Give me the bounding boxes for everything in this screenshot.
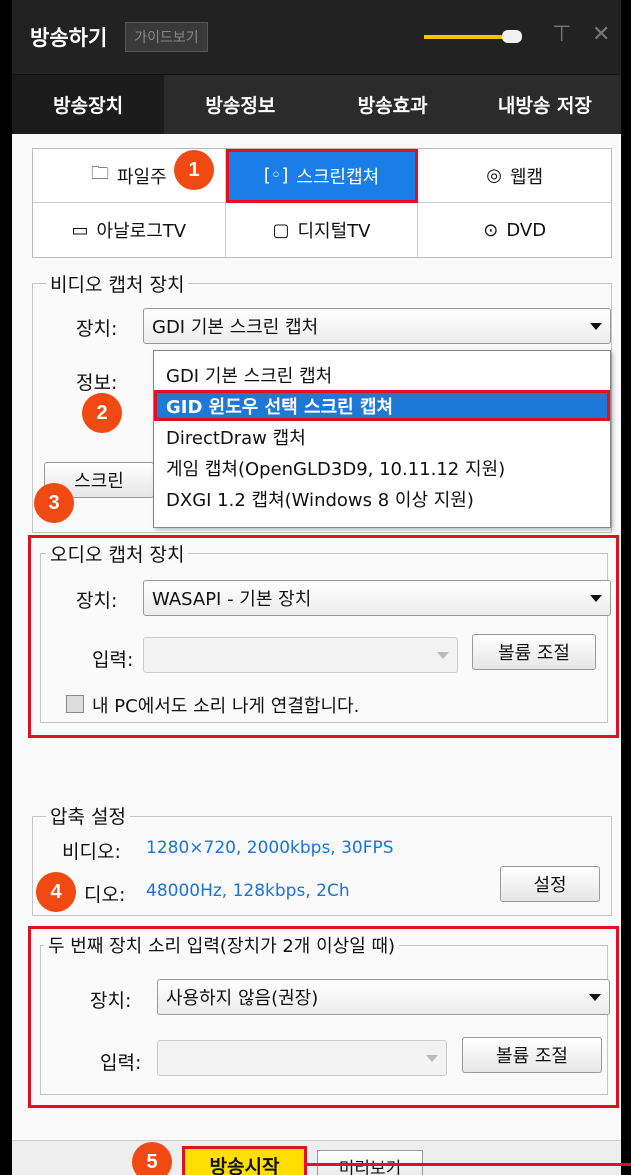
dropdown-option-highlighted[interactable]: GID 윈도우 선택 스크린 캡쳐 [154,390,610,421]
window-title: 방송하기 [30,26,108,50]
source-screen-capture-label: 스크린캡쳐 [296,166,380,188]
second-audio-device-label: 장치: [90,990,132,1012]
second-audio-volume-button[interactable]: 볼륨 조절 [462,1037,602,1073]
annotation-badge-3: 3 [34,483,74,523]
title-bar: 방송하기 가이드보기 ⊤ ✕ [12,0,621,74]
source-analog-tv[interactable]: ▭ 아날로그TV [33,203,226,257]
left-frame [0,0,12,1175]
dropdown-option[interactable]: GDI 기본 스크린 캡처 [154,359,610,390]
broadcast-window: 방송하기 가이드보기 ⊤ ✕ 방송장치 방송정보 방송효과 내방송 저장 🗀 파… [12,0,631,1175]
compression-audio-value: 48000Hz, 128kbps, 2Ch [146,881,350,901]
close-icon[interactable]: ✕ [592,22,610,47]
source-screen-capture[interactable]: [◦] 스크린캡쳐 [225,149,419,203]
tab-broadcast-info[interactable]: 방송정보 [164,75,316,134]
audio-device-select[interactable]: WASAPI - 기본 장치 [143,580,611,616]
dropdown-option[interactable]: DirectDraw 캡처 [154,421,610,452]
source-analog-tv-label: 아날로그TV [96,221,187,242]
video-device-select[interactable]: GDI 기본 스크린 캡처 [143,308,611,344]
second-audio-device-select[interactable]: 사용하지 않음(권장) [157,979,610,1015]
source-dvd[interactable]: ⊙ DVD [418,203,611,257]
compression-legend: 압축 설정 [46,802,130,829]
source-webcam-label: 웹캠 [509,166,544,188]
second-audio-volume-button-label: 볼륨 조절 [496,1046,568,1067]
chevron-down-icon [426,1055,438,1062]
compression-audio-label: 디오: [84,884,126,906]
chevron-down-icon [589,994,601,1001]
right-frame [621,0,631,1175]
volume-slider-track[interactable] [424,35,506,39]
compression-video-value: 1280×720, 2000kbps, 30FPS [146,838,394,858]
source-grid: 🗀 파일주 [◦] 스크린캡쳐 ◎ 웹캠 ▭ 아날로그TV ▢ 디지털TV ⊙ … [32,148,612,258]
source-digital-tv-label: 디지털TV [297,221,371,242]
guide-button[interactable]: 가이드보기 [125,22,208,52]
screen-capture-icon: [◦] [263,165,289,186]
compression-settings-button[interactable]: 설정 [500,866,600,902]
tab-my-broadcast-save[interactable]: 내방송 저장 [469,75,621,134]
chevron-down-icon [437,652,449,659]
start-broadcast-button[interactable]: 방송시작 [182,1146,307,1175]
audio-input-label: 입력: [92,649,134,671]
audio-capture-legend: 오디오 캡처 장치 [46,540,189,567]
annotation-badge-4: 4 [36,872,76,912]
tab-broadcast-effects[interactable]: 방송효과 [317,75,469,134]
audio-input-select[interactable] [143,637,458,673]
tab-broadcast-device[interactable]: 방송장치 [12,75,165,134]
audio-device-label: 장치: [76,590,118,612]
annotation-badge-5: 5 [132,1142,172,1175]
source-webcam[interactable]: ◎ 웹캠 [418,149,611,203]
source-file-label: 파일주 [116,166,167,188]
webcam-icon: ◎ [486,165,502,186]
annotation-badge-1: 1 [174,150,214,190]
second-audio-legend: 두 번째 장치 소리 입력(장치가 2개 이상일 때) [44,932,400,958]
dvd-icon: ⊙ [483,219,499,241]
main-tabs: 방송장치 방송정보 방송효과 내방송 저장 [12,74,621,134]
digital-tv-icon: ▢ [272,219,290,241]
loopback-label: 내 PC에서도 소리 나게 연결합니다. [92,696,360,717]
video-capture-legend: 비디오 캡처 장치 [46,270,189,297]
compression-settings-button-label: 설정 [533,875,567,896]
chevron-down-icon [590,323,602,330]
annotation-badge-2: 2 [82,393,122,433]
screen-select-button-label: 스크린 [74,471,124,492]
folder-icon: 🗀 [90,162,109,184]
video-device-label: 장치: [76,318,118,340]
audio-device-value: WASAPI - 기본 장치 [152,589,312,610]
analog-tv-icon: ▭ [71,219,89,241]
start-broadcast-label: 방송시작 [209,1155,280,1175]
volume-slider-knob[interactable] [502,30,522,43]
audio-volume-button-label: 볼륨 조절 [498,643,570,664]
annotation-arrow-line [307,1163,631,1166]
compression-video-label: 비디오: [62,841,121,863]
video-info-label: 정보: [76,372,118,394]
audio-volume-button[interactable]: 볼륨 조절 [472,634,596,670]
second-audio-input-select[interactable] [157,1040,447,1076]
pin-icon[interactable]: ⊤ [552,22,571,47]
dropdown-option[interactable]: 게임 캡쳐(OpenGLD3D9, 10.11.12 지원) [154,452,610,483]
second-audio-device-value: 사용하지 않음(권장) [166,988,319,1009]
source-dvd-label: DVD [506,219,547,241]
source-digital-tv[interactable]: ▢ 디지털TV [226,203,419,257]
chevron-down-icon [590,595,602,602]
video-device-dropdown: GDI 기본 스크린 캡처 GID 윈도우 선택 스크린 캡쳐 DirectDr… [153,350,611,528]
second-audio-input-label: 입력: [100,1052,142,1074]
video-device-value: GDI 기본 스크린 캡처 [152,317,319,338]
dropdown-option[interactable]: DXGI 1.2 캡쳐(Windows 8 이상 지원) [154,483,610,514]
loopback-checkbox[interactable] [66,695,84,713]
